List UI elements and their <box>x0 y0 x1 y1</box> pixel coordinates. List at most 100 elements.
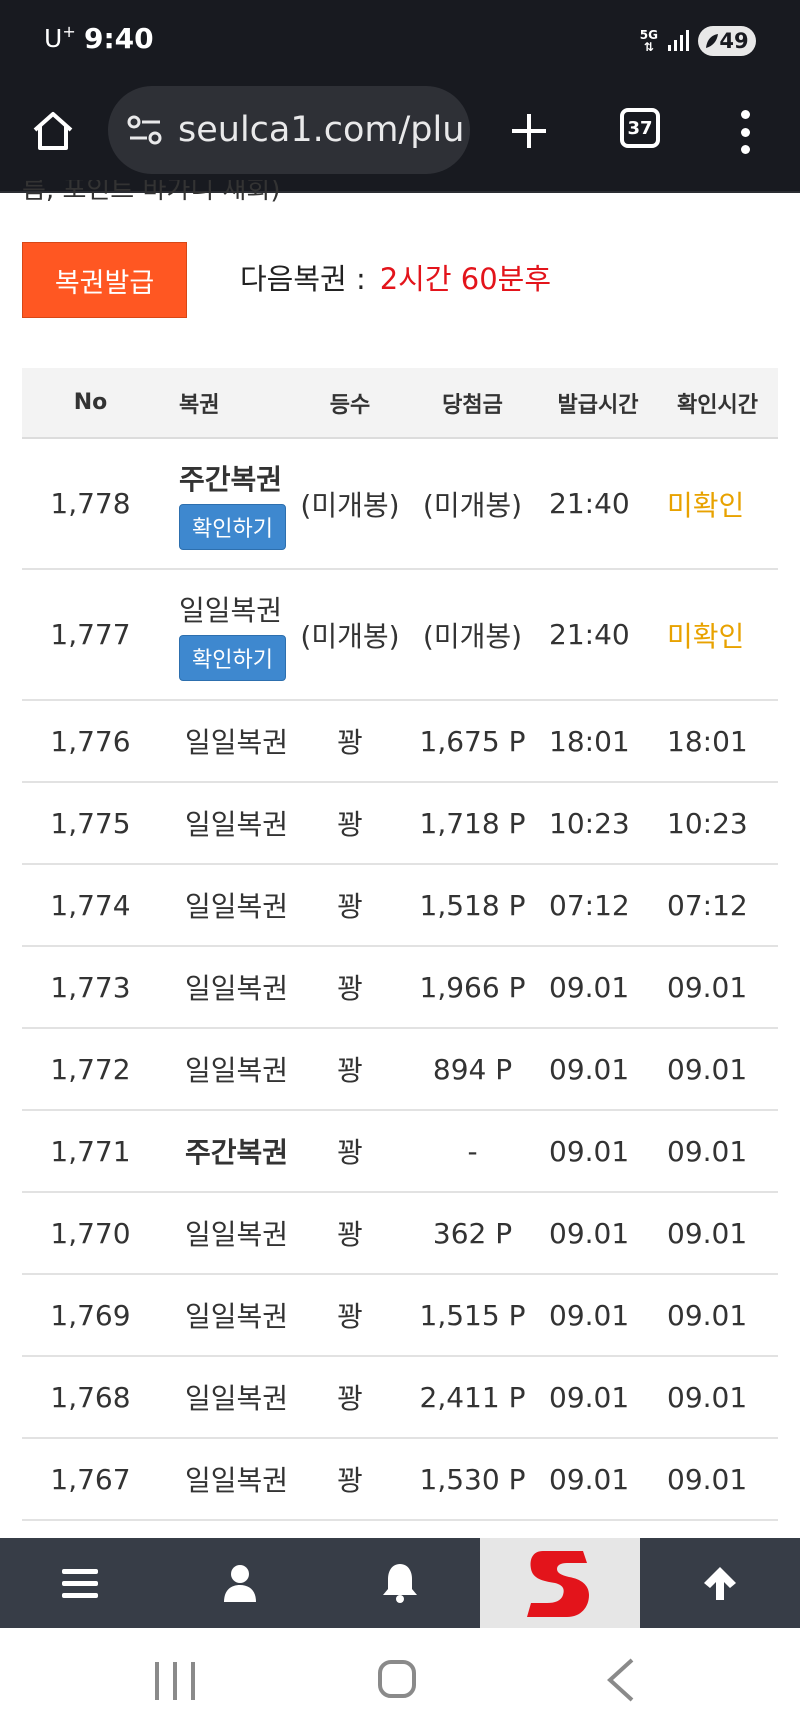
header-name: 복권 <box>179 392 220 418</box>
header-no: No <box>73 390 108 415</box>
row-confirm-time: 09.01 <box>667 1380 748 1414</box>
signal-icon <box>668 30 689 51</box>
row-confirm-time: 09.01 <box>667 1298 748 1332</box>
table-row: 1,775 일일복권 꽝 1,718 P 10:23 10:23 <box>22 783 778 865</box>
data-arrows-icon: ⇅ <box>643 40 654 54</box>
nav-scroll-top-button[interactable] <box>640 1538 800 1628</box>
row-confirm-time: 10:23 <box>667 806 748 840</box>
table-row: 1,778 주간복권 확인하기 (미개봉) (미개봉) 21:40 미확인 <box>22 439 778 570</box>
row-no: 1,769 <box>50 1298 131 1332</box>
row-prize: 1,718 P <box>419 806 526 840</box>
row-name: 일일복권 <box>184 1464 289 1497</box>
row-issue-time: 09.01 <box>549 1216 630 1250</box>
address-bar[interactable]: seulca1.com/plu <box>108 86 470 174</box>
row-rank: 꽝 <box>337 1136 363 1169</box>
battery-indicator: 49 <box>698 26 756 56</box>
row-confirm-time: 09.01 <box>667 970 748 1004</box>
truncated-description: 름, 포인트 바가니 새회) <box>22 180 281 205</box>
issue-lottery-button[interactable]: 복권발급 <box>22 242 187 318</box>
table-row: 1,773 일일복권 꽝 1,966 P 09.01 09.01 <box>22 947 778 1029</box>
row-no: 1,767 <box>50 1462 131 1496</box>
leaf-icon <box>706 34 719 48</box>
menu-dot <box>740 145 750 154</box>
system-home-button[interactable] <box>378 1660 416 1698</box>
row-prize: 362 P <box>432 1216 513 1250</box>
row-rank: 꽝 <box>337 1054 363 1087</box>
tab-switcher-button[interactable]: 37 <box>620 108 660 148</box>
confirm-button[interactable]: 확인하기 <box>179 503 286 550</box>
row-name: 일일복권 <box>184 1300 289 1333</box>
header-prize: 당첨금 <box>442 392 503 418</box>
row-issue-time: 10:23 <box>549 806 630 840</box>
row-confirm-time: 18:01 <box>667 724 748 758</box>
table-row: 1,777 일일복권 확인하기 (미개봉) (미개봉) 21:40 미확인 <box>22 570 778 701</box>
row-rank: 꽝 <box>337 1382 363 1415</box>
nav-user-button[interactable] <box>160 1538 320 1628</box>
table-row: 1,769 일일복권 꽝 1,515 P 09.01 09.01 <box>22 1275 778 1357</box>
row-confirm-time: 미확인 <box>667 619 745 653</box>
bell-icon <box>383 1564 417 1603</box>
row-no: 1,777 <box>50 618 131 651</box>
nav-notification-button[interactable] <box>320 1538 480 1628</box>
row-prize: - <box>467 1134 478 1168</box>
home-button[interactable] <box>30 108 76 154</box>
row-no: 1,774 <box>50 888 131 922</box>
plus-icon <box>512 114 546 148</box>
network-5g-icon: 5G ⇅ <box>640 29 658 53</box>
row-prize: (미개봉) <box>422 488 523 522</box>
table-row: 1,772 일일복권 꽝 894 P 09.01 09.01 <box>22 1029 778 1111</box>
row-rank: 꽝 <box>337 726 363 759</box>
header-issue-time: 발급시간 <box>557 392 639 418</box>
carrier-text: U <box>44 24 63 53</box>
menu-dot <box>740 127 750 137</box>
row-prize: 894 P <box>432 1052 513 1086</box>
recents-button[interactable] <box>155 1662 195 1700</box>
nav-menu-button[interactable] <box>0 1538 160 1628</box>
row-no: 1,772 <box>50 1052 131 1086</box>
header-confirm-time: 확인시간 <box>677 392 758 418</box>
table-row: 1,771 주간복권 꽝 - 09.01 09.01 <box>22 1111 778 1193</box>
row-prize: 1,515 P <box>419 1298 526 1332</box>
nav-home-logo[interactable] <box>480 1538 640 1628</box>
row-issue-time: 09.01 <box>549 1134 630 1168</box>
status-time: 9:40 <box>84 22 154 55</box>
more-menu-icon[interactable] <box>738 110 752 154</box>
back-icon[interactable] <box>606 1658 636 1702</box>
brand-logo <box>527 1551 589 1617</box>
row-name: 일일복권 <box>184 808 289 841</box>
table-header: No 복권 등수 당첨금 발급시간 확인시간 <box>22 368 778 439</box>
row-prize: 2,411 P <box>419 1380 526 1414</box>
url-text[interactable]: seulca1.com/plu <box>178 110 464 150</box>
row-issue-time: 18:01 <box>549 724 630 758</box>
row-confirm-time: 미확인 <box>667 488 745 522</box>
row-confirm-time: 09.01 <box>667 1052 748 1086</box>
row-name: 주간복권 <box>179 462 283 496</box>
row-rank: 꽝 <box>337 808 363 841</box>
status-bar: U + 9:40 5G ⇅ 49 <box>0 0 800 78</box>
new-tab-button[interactable] <box>506 108 552 154</box>
site-settings-icon[interactable] <box>126 113 164 147</box>
row-name: 일일복권 <box>179 593 283 627</box>
next-lottery-info: 다음복권 : 2시간 60분후 <box>240 256 551 298</box>
home-icon <box>33 112 73 150</box>
status-indicators: 5G ⇅ 49 <box>640 26 756 56</box>
row-rank: 꽝 <box>337 1300 363 1333</box>
row-rank: 꽝 <box>337 972 363 1005</box>
bottom-nav <box>0 1538 800 1628</box>
row-rank: (미개봉) <box>300 488 400 522</box>
menu-dot <box>740 110 750 119</box>
system-navigation-bar <box>0 1628 800 1734</box>
row-prize: (미개봉) <box>422 619 523 653</box>
row-name: 일일복권 <box>184 726 289 759</box>
row-issue-time: 21:40 <box>549 618 630 651</box>
row-confirm-time: 09.01 <box>667 1216 748 1250</box>
row-issue-time: 09.01 <box>549 970 630 1004</box>
row-rank: 꽝 <box>337 1218 363 1251</box>
table-row: 1,774 일일복권 꽝 1,518 P 07:12 07:12 <box>22 865 778 947</box>
row-issue-time: 09.01 <box>549 1298 630 1332</box>
row-no: 1,778 <box>50 487 131 520</box>
confirm-button[interactable]: 확인하기 <box>179 634 286 681</box>
menu-icon <box>62 1569 98 1598</box>
row-no: 1,776 <box>50 724 131 758</box>
row-no: 1,775 <box>50 806 131 840</box>
